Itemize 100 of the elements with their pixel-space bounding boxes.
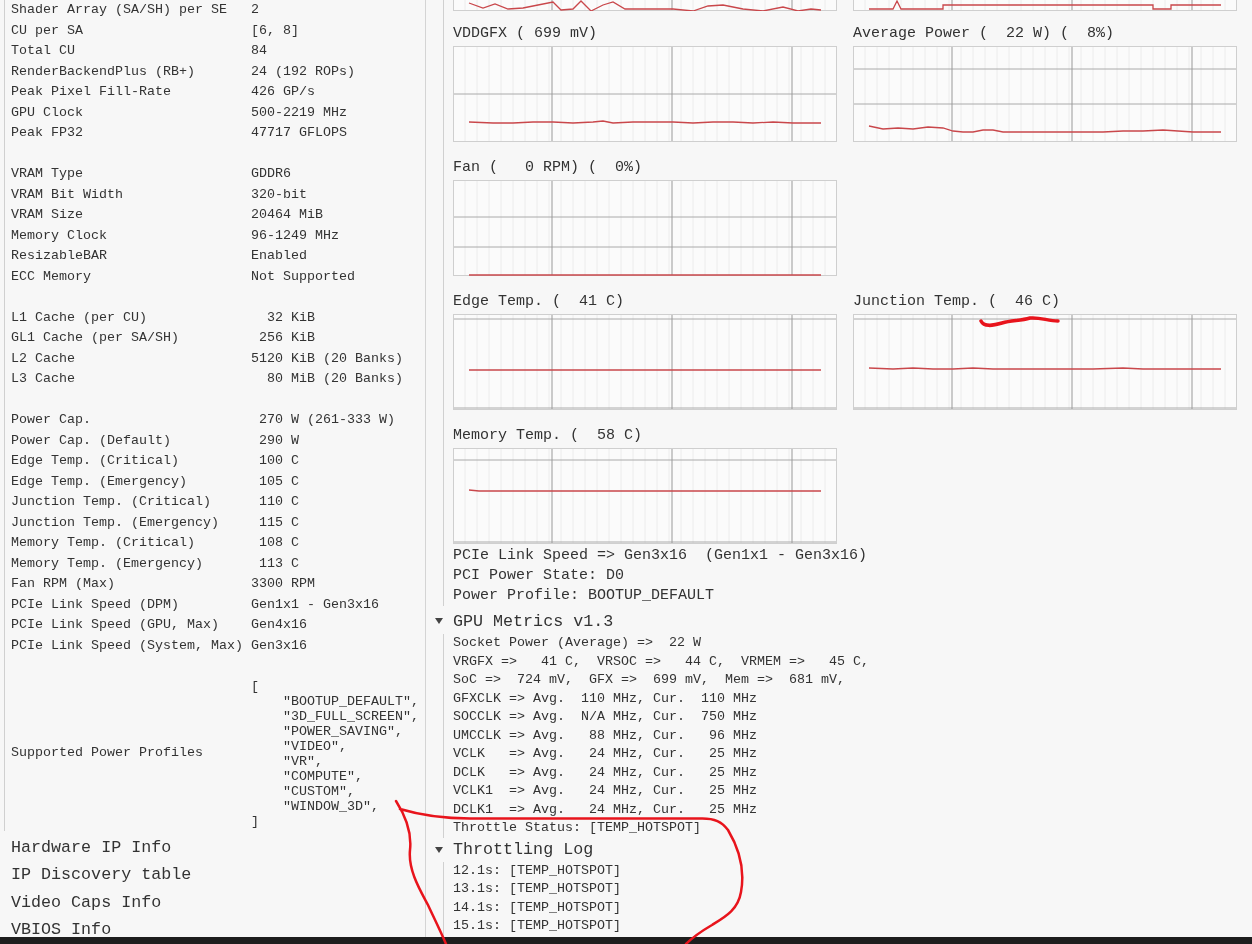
property-label: ResizableBAR	[11, 247, 108, 265]
property-label: ECC Memory	[11, 267, 92, 286]
property-label: Power Cap.	[11, 411, 92, 429]
metric-line: SOCCLK => Avg. N/A MHz, Cur. 750 MHz	[453, 708, 758, 726]
property-label: PCIe Link Speed (DPM)	[11, 595, 180, 614]
profile-name: "VIDEO",	[282, 738, 348, 754]
property-label: GL1 Cache (per SA/SH)	[11, 329, 180, 347]
log-entry: 12.1s: [TEMP_HOTSPOT]	[453, 861, 622, 880]
bracket: ]	[251, 813, 260, 829]
property-value: 96-1249 MHz	[251, 226, 340, 245]
chart-title: Fan ( 0 RPM) ( 0%)	[453, 158, 644, 178]
property-label: Peak FP32	[11, 124, 84, 142]
metric-line: SoC => 724 mV, GFX => 699 mV, Mem => 681 mV,	[453, 671, 846, 689]
property-value: 32 KiB	[266, 308, 316, 327]
metric-line: GFXCLK => Avg. 110 MHz, Cur. 110 MHz	[453, 689, 758, 708]
metric-line: VRGFX => 41 C, VRSOC => 44 C, VRMEM => 45 C,	[453, 652, 870, 671]
property-label: Junction Temp. (Emergency)	[11, 513, 220, 532]
property-value: 47717 GFLOPS	[251, 124, 348, 142]
property-value: 110 C	[258, 493, 300, 511]
property-value: 113 C	[258, 554, 300, 573]
property-label: L2 Cache	[11, 349, 76, 368]
property-label: L3 Cache	[11, 370, 76, 388]
profile-name: "POWER_SAVING",	[282, 723, 404, 739]
caret-icon[interactable]	[434, 844, 444, 855]
status-line: PCIe Link Speed => Gen3x16 (Gen1x1 - Gen3x16)	[453, 546, 869, 566]
property-label: PCIe Link Speed (GPU, Max)	[11, 616, 220, 634]
property-value: 320-bit	[251, 185, 308, 204]
property-value: Gen1x1 - Gen3x16	[251, 595, 380, 614]
metric-line: UMCCLK => Avg. 88 MHz, Cur. 96 MHz	[453, 726, 758, 745]
section-header[interactable]: IP Discovery table	[11, 861, 425, 889]
property-value: 3300 RPM	[251, 575, 316, 593]
property-value: 80 MiB (20 Banks)	[266, 370, 404, 388]
metric-line: DCLK1 => Avg. 24 MHz, Cur. 25 MHz	[453, 800, 758, 819]
property-label: Supported Power Profiles	[11, 744, 204, 763]
property-value: 24 (192 ROPs)	[251, 62, 356, 81]
property-value: 5120 KiB (20 Banks)	[251, 349, 404, 368]
property-value: 256 KiB	[258, 329, 316, 347]
metric-line: DCLK => Avg. 24 MHz, Cur. 25 MHz	[453, 763, 758, 782]
profile-name: "CUSTOM",	[282, 783, 356, 799]
chart-title: Junction Temp. ( 46 C)	[853, 292, 1062, 312]
bracket: [	[251, 678, 260, 694]
property-value: Gen4x16	[251, 616, 308, 634]
property-label: PCIe Link Speed (System, Max)	[11, 636, 244, 655]
property-value: 290 W	[258, 431, 300, 450]
profile-name: "COMPUTE",	[282, 768, 364, 784]
profile-name: "WINDOW_3D",	[282, 798, 380, 814]
property-label: RenderBackendPlus (RB+)	[11, 62, 196, 81]
property-label: Peak Pixel Fill-Rate	[11, 83, 172, 101]
property-label: Shader Array (SA/SH) per SE	[11, 1, 228, 19]
caret-icon[interactable]	[434, 616, 444, 626]
property-value: Gen3x16	[251, 636, 308, 655]
property-label: Memory Temp. (Critical)	[11, 534, 196, 552]
property-label: Edge Temp. (Emergency)	[11, 472, 188, 491]
property-value: GDDR6	[251, 165, 292, 183]
metric-line: VCLK1 => Avg. 24 MHz, Cur. 25 MHz	[453, 782, 758, 800]
section-header[interactable]: Throttling Log	[453, 840, 594, 859]
metric-line: Socket Power (Average) => 22 W	[453, 634, 702, 652]
property-value: 500-2219 MHz	[251, 103, 348, 122]
section-header[interactable]: VBIOS Info	[11, 916, 425, 937]
property-value: [6, 8]	[251, 21, 300, 40]
profile-name: "VR",	[282, 753, 324, 769]
profile-name: "3D_FULL_SCREEN",	[282, 708, 420, 724]
log-entry: 13.1s: [TEMP_HOTSPOT]	[453, 880, 622, 898]
property-value: 2	[251, 1, 260, 19]
status-line: Power Profile: BOOTUP_DEFAULT	[453, 586, 716, 606]
property-label: VRAM Type	[11, 165, 84, 183]
property-label: VRAM Size	[11, 206, 84, 224]
section-header[interactable]: GPU Metrics v1.3	[453, 611, 614, 631]
property-label: Memory Clock	[11, 226, 108, 245]
status-line: PCI Power State: D0	[453, 566, 626, 586]
property-label: L1 Cache (per CU)	[11, 308, 148, 327]
property-value: 115 C	[258, 513, 300, 532]
property-label: Memory Temp. (Emergency)	[11, 554, 204, 573]
chart-title: Edge Temp. ( 41 C)	[453, 292, 626, 312]
property-value: 426 GP/s	[251, 83, 316, 101]
property-value: 20464 MiB	[251, 206, 324, 224]
property-label: VRAM Bit Width	[11, 185, 124, 204]
profile-name: "BOOTUP_DEFAULT",	[282, 693, 420, 709]
chart-title: Average Power ( 22 W) ( 8%)	[853, 24, 1116, 44]
property-value: Not Supported	[251, 267, 356, 286]
property-value: 108 C	[258, 534, 300, 552]
log-entry: 14.1s: [TEMP_HOTSPOT]	[453, 898, 622, 917]
property-value: 105 C	[258, 472, 300, 491]
property-value: 84	[251, 42, 268, 60]
property-label: Fan RPM (Max)	[11, 575, 116, 593]
property-label: Power Cap. (Default)	[11, 431, 172, 450]
property-label: CU per SA	[11, 21, 84, 40]
property-label: GPU Clock	[11, 103, 84, 122]
log-entry: 15.1s: [TEMP_HOTSPOT]	[453, 917, 622, 935]
section-header[interactable]: Hardware IP Info	[11, 833, 425, 861]
property-label: Edge Temp. (Critical)	[11, 452, 180, 470]
metric-line: Throttle Status: [TEMP_HOTSPOT]	[453, 819, 702, 837]
property-value: 270 W (261-333 W)	[258, 411, 396, 429]
property-label: Total CU	[11, 42, 76, 60]
property-value: Enabled	[251, 247, 308, 265]
metric-line: VCLK => Avg. 24 MHz, Cur. 25 MHz	[453, 745, 758, 763]
property-label: Junction Temp. (Critical)	[11, 493, 212, 511]
chart-title: Memory Temp. ( 58 C)	[453, 426, 644, 446]
section-header[interactable]: Video Caps Info	[11, 888, 425, 916]
chart-title: VDDGFX ( 699 mV)	[453, 24, 599, 44]
